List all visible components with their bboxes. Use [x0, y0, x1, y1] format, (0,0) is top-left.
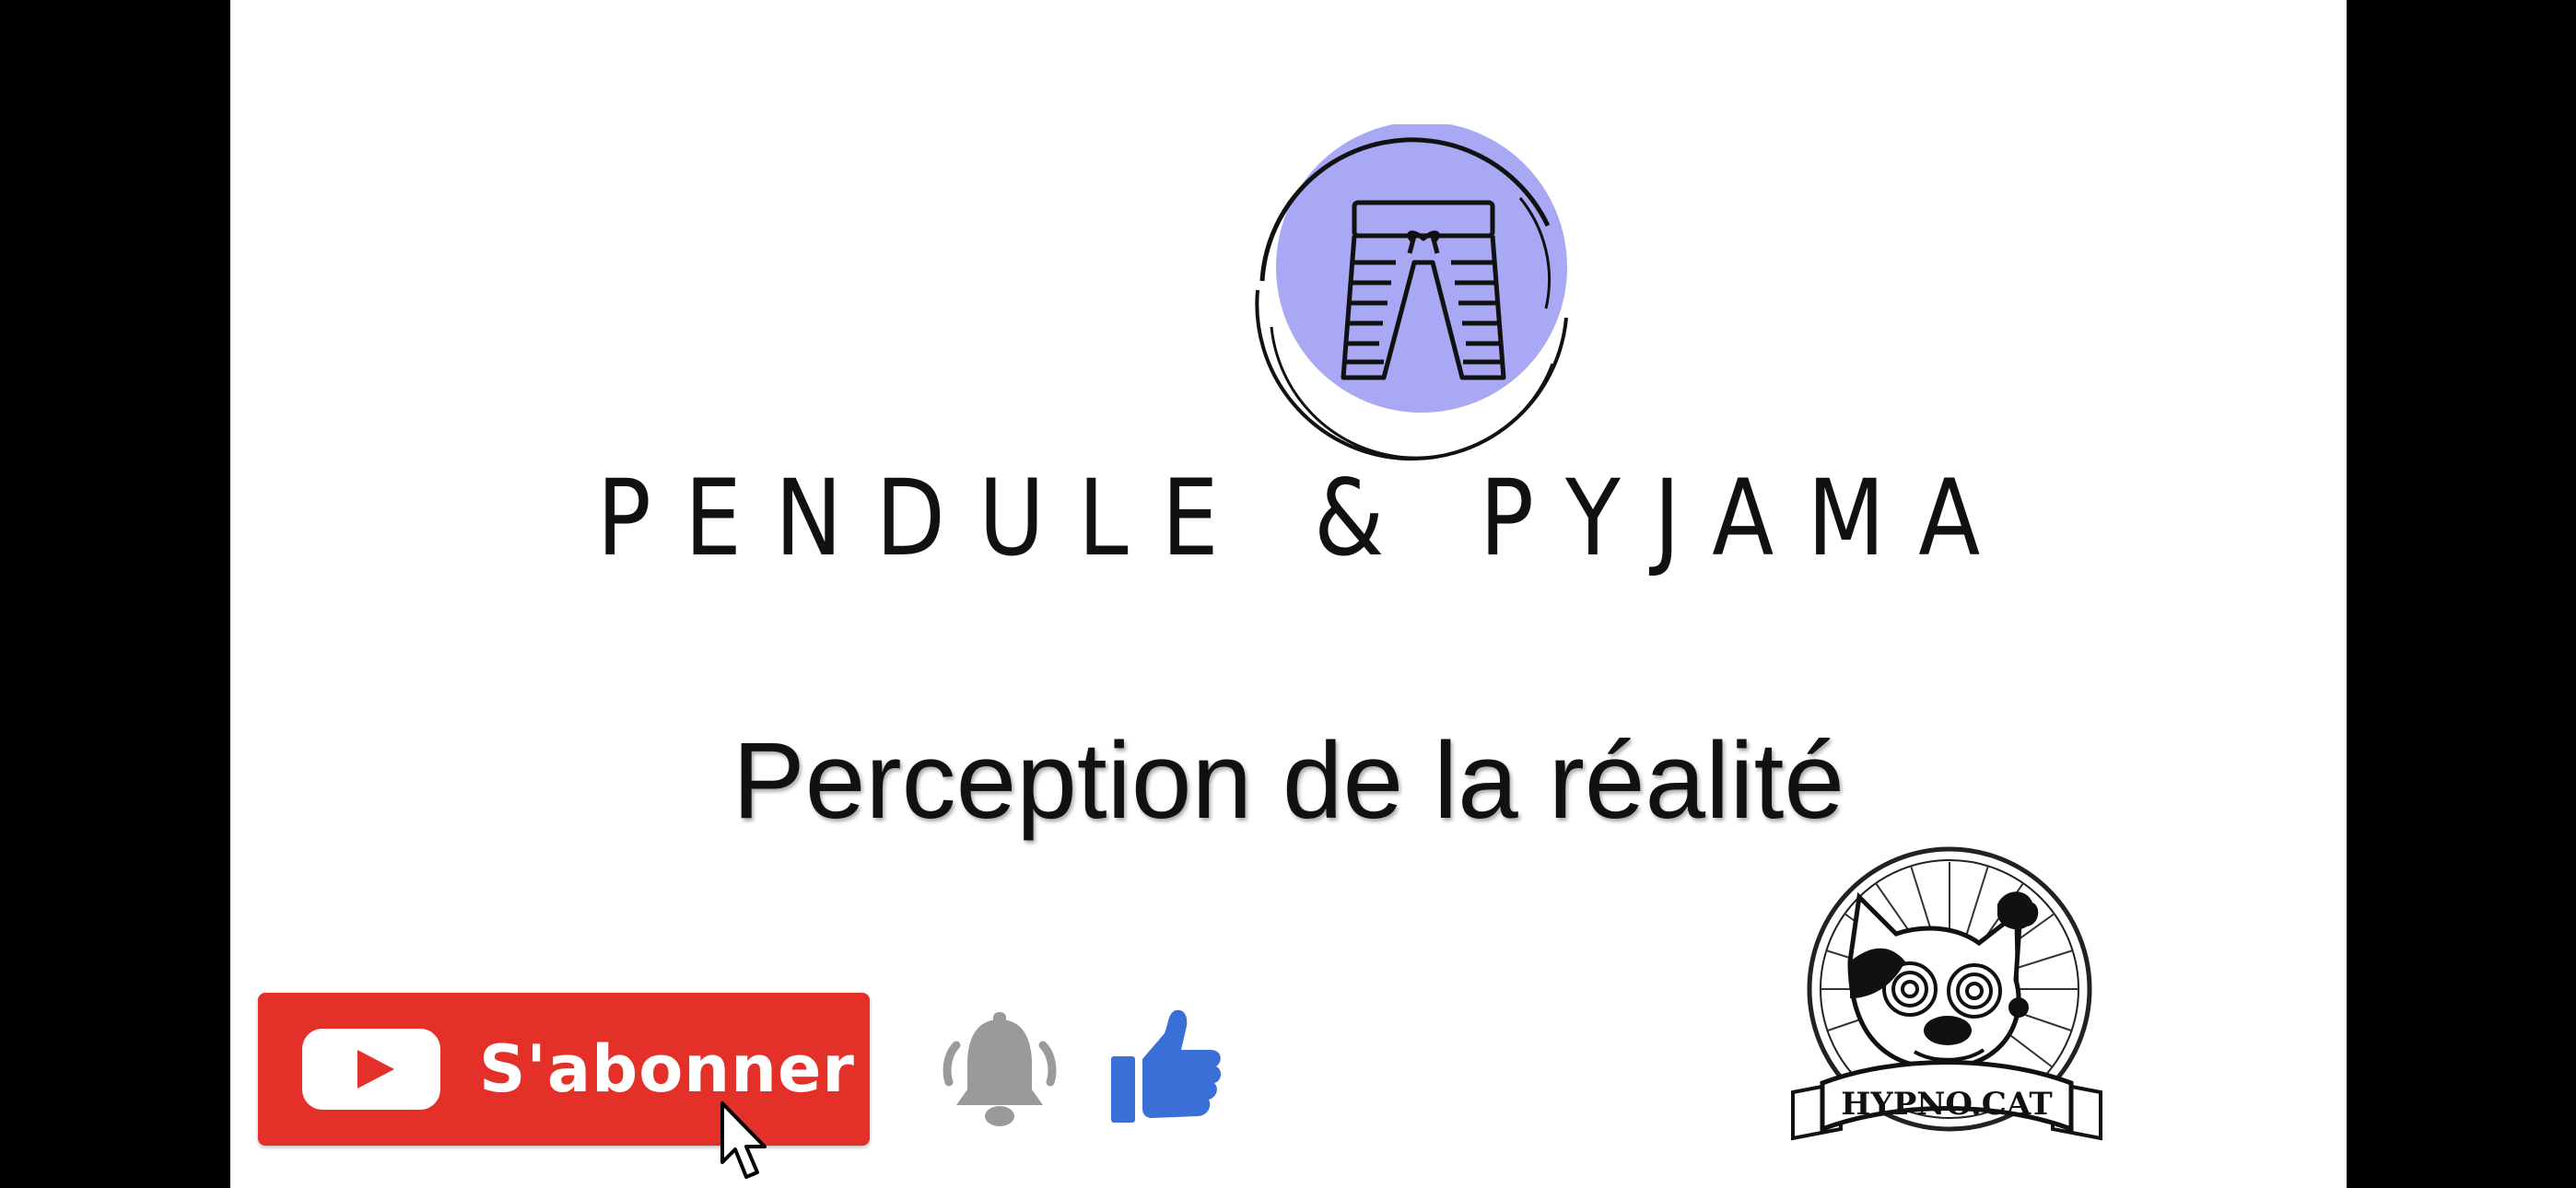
subscribe-label: S'abonner [479, 1031, 855, 1107]
badge-label: HYPNO.CAT [1841, 1086, 2052, 1123]
pajama-pants-icon [1255, 124, 1568, 461]
brand-title: PENDULE & PYJAMA [596, 457, 2014, 579]
episode-title: Perception de la réalité [732, 720, 1844, 842]
video-frame[interactable]: PENDULE & PYJAMA Perception de la réalit… [230, 0, 2347, 1188]
video-player-stage: PENDULE & PYJAMA Perception de la réalit… [0, 0, 2576, 1188]
subscribe-button[interactable]: S'abonner [258, 993, 870, 1146]
mouse-pointer-icon [720, 1101, 767, 1179]
hypno-cat-badge-icon: HYPNO.CAT [1791, 846, 2102, 1141]
notification-bell-icon[interactable] [931, 1008, 1069, 1137]
youtube-play-icon [302, 1029, 440, 1110]
thumbs-up-icon[interactable] [1107, 1006, 1227, 1127]
